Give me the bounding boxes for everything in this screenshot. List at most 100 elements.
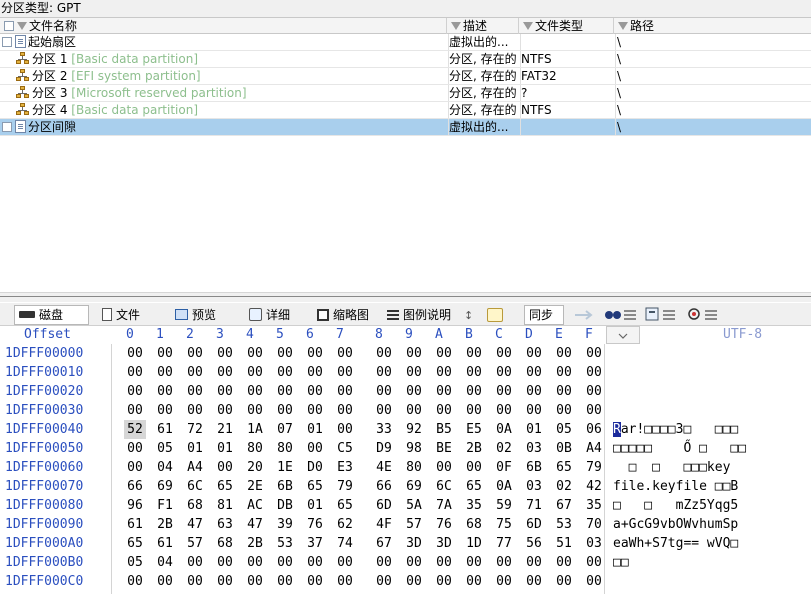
tab-file[interactable]: 文件 [97,305,159,325]
hex-byte[interactable]: 00 [304,572,326,591]
hex-byte[interactable]: 00 [373,553,395,572]
hex-byte[interactable]: 00 [214,382,236,401]
hex-byte[interactable]: 57 [403,515,425,534]
hex-byte[interactable]: 0A [493,420,515,439]
hex-byte[interactable]: 00 [463,344,485,363]
hex-byte[interactable]: 00 [244,553,266,572]
hex-byte[interactable]: 00 [274,553,296,572]
hex-byte[interactable]: C5 [334,439,356,458]
hex-byte[interactable]: 04 [154,553,176,572]
hex-byte[interactable]: 00 [463,553,485,572]
filter-icon[interactable] [451,21,461,30]
hex-byte[interactable]: 01 [523,420,545,439]
hex-byte[interactable]: 67 [553,496,575,515]
hex-byte[interactable]: 00 [583,363,605,382]
hex-byte[interactable]: 00 [304,382,326,401]
hex-byte[interactable]: 71 [523,496,545,515]
properties-icon[interactable] [645,306,679,322]
hex-byte[interactable]: 98 [403,439,425,458]
hex-byte[interactable]: 00 [523,344,545,363]
hex-byte[interactable]: 00 [124,401,146,420]
hex-byte[interactable]: 57 [184,534,206,553]
hex-byte[interactable]: 59 [493,496,515,515]
hex-byte[interactable]: 52 [124,420,146,439]
hex-byte[interactable]: 01 [184,439,206,458]
hex-byte[interactable]: 00 [304,553,326,572]
row-checkbox[interactable] [2,121,12,132]
hex-byte[interactable]: 68 [463,515,485,534]
hex-byte[interactable]: 00 [184,363,206,382]
hex-byte[interactable]: 00 [214,363,236,382]
hex-byte[interactable]: 00 [214,458,236,477]
filter-icon[interactable] [618,21,628,30]
hex-byte[interactable]: 53 [274,534,296,553]
hex-byte[interactable]: 00 [214,572,236,591]
hex-byte[interactable]: 2B [244,534,266,553]
row-checkbox[interactable] [2,36,12,47]
hex-byte[interactable]: 00 [154,344,176,363]
hex-byte[interactable]: 2B [154,515,176,534]
hex-byte[interactable]: 00 [244,344,266,363]
hex-byte[interactable]: 03 [583,534,605,553]
hex-byte[interactable]: 00 [463,458,485,477]
hex-byte[interactable]: 00 [373,344,395,363]
hex-byte[interactable]: 61 [124,515,146,534]
column-header-file-type[interactable]: 文件类型 [521,18,614,34]
hex-byte[interactable]: 00 [373,572,395,591]
hex-byte[interactable]: 1A [244,420,266,439]
hex-byte[interactable]: 02 [553,477,575,496]
find-icon[interactable] [604,306,638,322]
hex-byte[interactable]: 05 [553,420,575,439]
hex-byte[interactable]: 00 [154,382,176,401]
hex-byte[interactable]: 00 [304,439,326,458]
hex-byte[interactable]: 65 [553,458,575,477]
hex-byte[interactable]: 00 [274,344,296,363]
hex-byte[interactable]: A4 [184,458,206,477]
column-header-name[interactable]: 文件名称 [0,18,447,34]
hex-byte[interactable]: 0A [493,477,515,496]
hex-byte[interactable]: 42 [583,477,605,496]
hex-byte[interactable]: E5 [463,420,485,439]
hex-byte[interactable]: 00 [583,572,605,591]
text-column-menu[interactable] [606,326,640,344]
hex-byte[interactable]: 00 [553,382,575,401]
hex-byte[interactable]: 00 [523,363,545,382]
hex-byte[interactable]: 39 [274,515,296,534]
toggle-layout-button[interactable]: ↕ [460,305,478,325]
hex-byte[interactable]: 79 [583,458,605,477]
hex-byte[interactable]: 00 [433,344,455,363]
hex-byte[interactable]: 00 [583,382,605,401]
hex-byte[interactable]: 00 [373,363,395,382]
hex-byte[interactable]: 69 [154,477,176,496]
hex-byte[interactable]: 6C [184,477,206,496]
hex-byte[interactable]: 67 [373,534,395,553]
hex-byte[interactable]: 03 [523,477,545,496]
hex-byte[interactable]: 1E [274,458,296,477]
hex-byte[interactable]: 00 [124,458,146,477]
hex-byte[interactable]: 5A [403,496,425,515]
hex-byte[interactable]: AC [244,496,266,515]
hex-byte[interactable]: 3D [403,534,425,553]
sync-button[interactable]: 同步 [524,305,564,325]
hex-byte[interactable]: 00 [523,382,545,401]
hex-byte[interactable]: 02 [493,439,515,458]
hex-byte[interactable]: 63 [214,515,236,534]
hex-byte[interactable]: 07 [274,420,296,439]
hex-byte[interactable]: 00 [463,363,485,382]
column-header-description[interactable]: 描述 [449,18,519,34]
hex-byte[interactable]: 61 [154,534,176,553]
hex-byte[interactable]: 00 [553,572,575,591]
hex-byte[interactable]: 00 [124,439,146,458]
hex-byte[interactable]: 00 [214,553,236,572]
hex-byte[interactable]: 00 [334,363,356,382]
hex-byte[interactable]: 76 [304,515,326,534]
hex-byte[interactable]: 05 [154,439,176,458]
hex-byte[interactable]: 00 [463,572,485,591]
hex-byte[interactable]: 6D [523,515,545,534]
pane-splitter[interactable] [0,292,811,302]
tab-details[interactable]: 详细 [244,305,306,325]
table-row[interactable]: 起始扇区 虚拟出的... \ [0,34,811,51]
hex-byte[interactable]: 00 [433,382,455,401]
hex-byte[interactable]: 72 [184,420,206,439]
hex-byte[interactable]: 00 [154,572,176,591]
